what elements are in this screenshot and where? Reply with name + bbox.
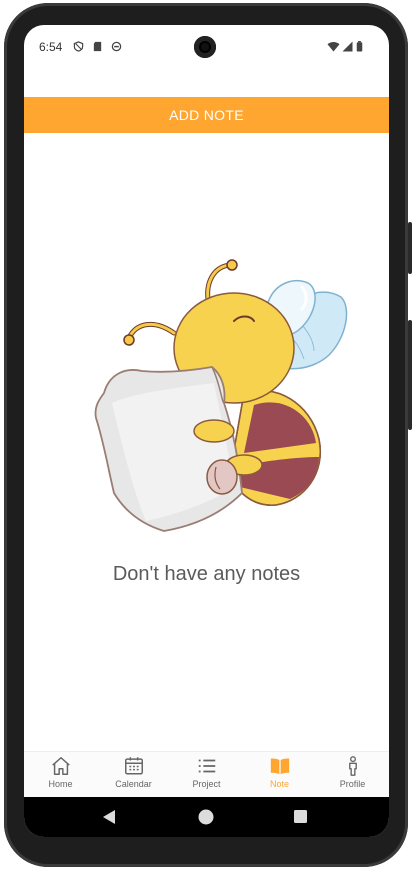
tab-home[interactable]: Home bbox=[24, 752, 97, 798]
shield-icon bbox=[73, 41, 84, 52]
tab-project[interactable]: Project bbox=[170, 752, 243, 798]
bee-illustration bbox=[94, 259, 348, 532]
wifi-icon bbox=[327, 41, 340, 52]
status-time: 6:54 bbox=[39, 40, 63, 54]
power-button bbox=[408, 320, 412, 430]
home-circle-icon[interactable] bbox=[198, 809, 214, 825]
person-icon bbox=[348, 756, 357, 776]
empty-state-message: Don't have any notes bbox=[112, 563, 301, 585]
back-icon[interactable] bbox=[102, 809, 116, 825]
tab-profile-label: Profile bbox=[339, 779, 366, 789]
system-nav-bar bbox=[24, 797, 389, 837]
tab-note[interactable]: Note bbox=[243, 752, 316, 798]
calendar-icon bbox=[124, 757, 143, 775]
signal-icon bbox=[342, 41, 353, 52]
recents-icon[interactable] bbox=[294, 810, 307, 823]
home-icon bbox=[51, 757, 70, 775]
volume-button bbox=[408, 222, 412, 274]
tab-home-label: Home bbox=[48, 779, 73, 789]
tab-profile[interactable]: Profile bbox=[316, 752, 389, 798]
tab-project-label: Project bbox=[192, 779, 221, 789]
status-bar: 6:54 bbox=[24, 25, 389, 71]
front-camera bbox=[194, 36, 216, 58]
tab-calendar-label: Calendar bbox=[115, 779, 152, 789]
list-icon bbox=[198, 759, 215, 773]
tab-calendar[interactable]: Calendar bbox=[97, 752, 170, 798]
battery-icon bbox=[356, 41, 363, 52]
bottom-tab-bar: Home Calendar Project Note Profile bbox=[24, 751, 389, 798]
sd-card-icon bbox=[93, 41, 102, 52]
tab-note-label: Note bbox=[269, 779, 289, 789]
screen: 6:54 ADD NOTE Don't have any notes Home … bbox=[24, 25, 389, 837]
book-icon bbox=[270, 758, 289, 775]
add-note-button[interactable]: ADD NOTE bbox=[24, 97, 389, 133]
sync-icon bbox=[111, 41, 122, 52]
